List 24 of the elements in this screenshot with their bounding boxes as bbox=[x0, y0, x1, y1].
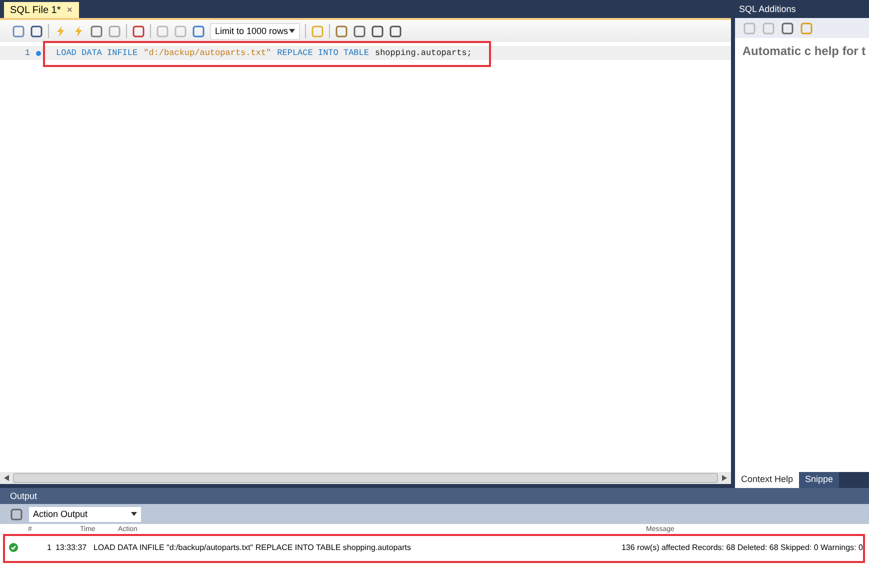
output-title: Output bbox=[0, 488, 869, 504]
row-number: 1 bbox=[47, 542, 52, 552]
code-token: shopping.autoparts; bbox=[374, 48, 472, 58]
action-cell-text: LOAD DATA INFILE "d:/backup/autoparts.txt" REPLACE INTO TABLE shopping.autoparts bbox=[93, 542, 412, 552]
editor-tab[interactable]: SQL File 1* × bbox=[4, 2, 79, 18]
close-icon[interactable]: × bbox=[66, 4, 73, 16]
panel-tab[interactable]: Snippe bbox=[799, 472, 840, 488]
help-text: Automatic c help for t bbox=[741, 44, 867, 58]
code-token: "d:/backup/autoparts.txt" bbox=[144, 48, 272, 58]
message-cell: 136 row(s) affected Records: 68 Deleted: 68 Skipped: 0 Warnings: 0 bbox=[621, 542, 863, 552]
dropdown-caret-icon[interactable] bbox=[131, 512, 137, 516]
bookmark-dot bbox=[36, 50, 41, 56]
scroll-right-icon[interactable] bbox=[722, 475, 727, 481]
code-editor[interactable]: 1 LOAD DATA INFILE "d:/backup/autoparts.txt" REPLACE INTO TABLE shopping.autoparts; bbox=[0, 42, 731, 472]
time-cell-text: 13:33:37 bbox=[55, 542, 88, 552]
code-token: LOAD DATA INFILE bbox=[56, 48, 138, 58]
line-number: 1 bbox=[24, 48, 30, 58]
code-token: REPLACE INTO TABLE bbox=[277, 48, 369, 58]
scroll-left-icon[interactable] bbox=[4, 475, 9, 481]
panel-title: SQL Additions bbox=[738, 3, 797, 16]
output-select[interactable]: Action Output bbox=[29, 506, 141, 522]
limit-select[interactable]: Limit to 1000 rows bbox=[210, 22, 300, 40]
dropdown-caret-icon[interactable] bbox=[289, 29, 295, 33]
panel-tab[interactable]: Context Help bbox=[735, 472, 800, 488]
